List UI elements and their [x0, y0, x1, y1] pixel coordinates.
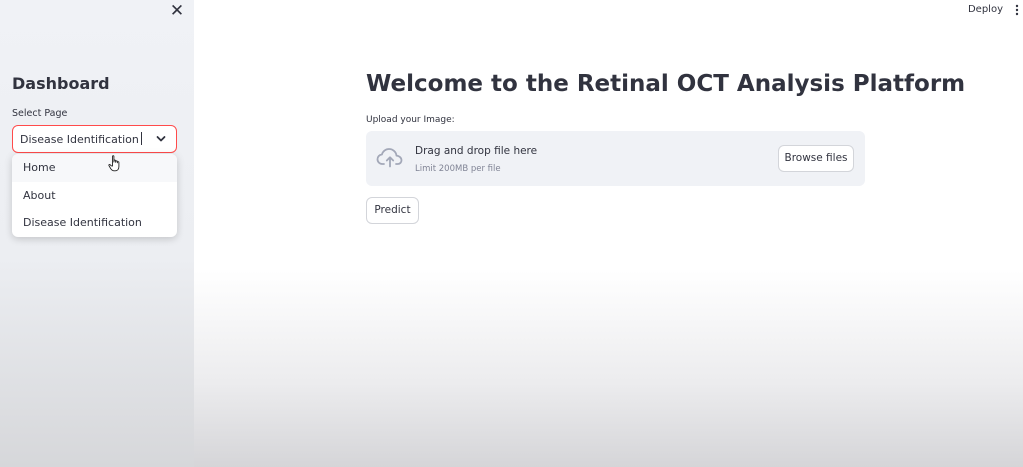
page-select-value-text: Disease Identification [20, 133, 139, 146]
upload-label: Upload your Image: [366, 115, 455, 125]
sidebar-title: Dashboard [12, 74, 110, 93]
page-select-value: Disease Identification [20, 132, 142, 146]
dropdown-option-disease-identification[interactable]: Disease Identification [12, 209, 177, 237]
chevron-down-icon [156, 136, 166, 142]
text-caret [140, 132, 142, 145]
dropdown-option-home[interactable]: Home [12, 154, 177, 182]
page-title: Welcome to the Retinal OCT Analysis Plat… [366, 71, 966, 97]
cloud-upload-icon [376, 148, 403, 168]
browse-files-button[interactable]: Browse files [778, 145, 854, 172]
main-content: Deploy Welcome to the Retinal OCT Analys… [194, 0, 1023, 467]
dropdown-option-about[interactable]: About [12, 182, 177, 210]
deploy-button[interactable]: Deploy [968, 4, 1003, 15]
file-dropzone[interactable]: Drag and drop file here Limit 200MB per … [366, 131, 865, 186]
close-icon[interactable]: ✕ [167, 1, 187, 21]
page-select-dropdown: Home About Disease Identification [12, 154, 177, 237]
page-select[interactable]: Disease Identification [12, 125, 177, 153]
vertical-dots-icon[interactable] [1014, 4, 1020, 16]
dropzone-limit: Limit 200MB per file [415, 164, 501, 174]
dropzone-title: Drag and drop file here [415, 145, 538, 157]
select-page-label: Select Page [12, 108, 68, 119]
predict-button[interactable]: Predict [366, 197, 419, 224]
hand-pointer-icon [108, 155, 120, 172]
sidebar: ✕ Dashboard Select Page Disease Identifi… [0, 0, 194, 467]
